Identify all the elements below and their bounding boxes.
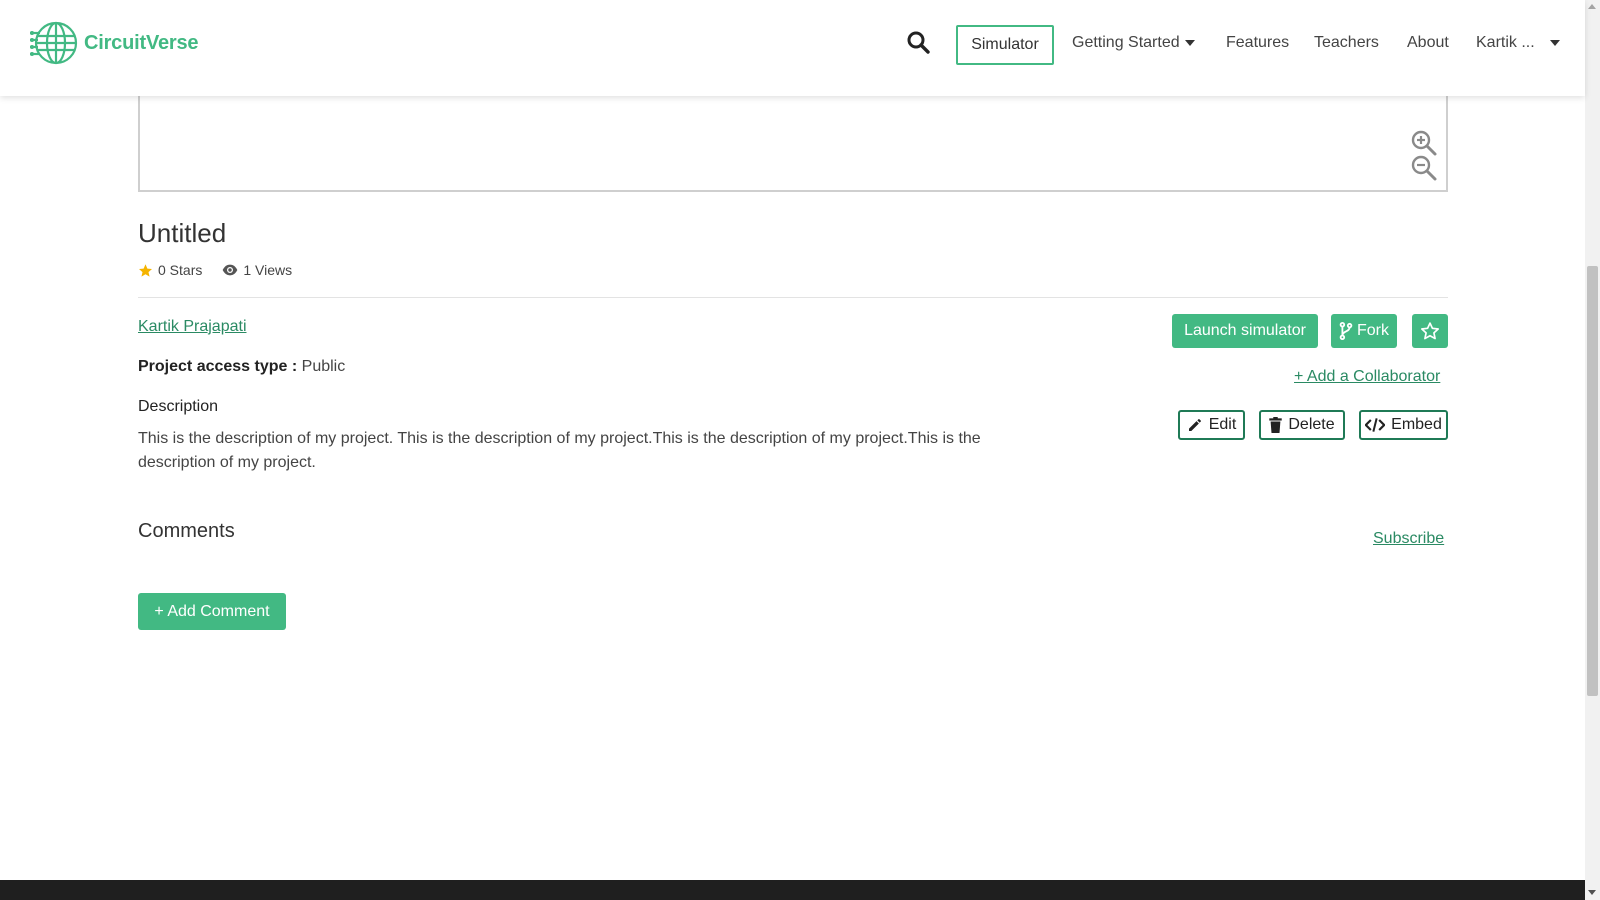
add-comment-button[interactable]: + Add Comment <box>138 593 286 630</box>
access-type-value: Public <box>301 358 346 375</box>
stars-count: 0 Stars <box>138 262 202 278</box>
circuit-preview-canvas[interactable] <box>138 80 1448 192</box>
nav-getting-started-label: Getting Started <box>1072 34 1180 51</box>
launch-simulator-button[interactable]: Launch simulator <box>1172 314 1318 348</box>
subscribe-link[interactable]: Subscribe <box>1373 530 1444 548</box>
add-collaborator-link[interactable]: + Add a Collaborator <box>1294 368 1440 386</box>
nav-teachers[interactable]: Teachers <box>1314 34 1379 52</box>
star-outline-icon <box>1421 322 1439 340</box>
caret-down-icon <box>1184 40 1195 46</box>
eye-icon <box>223 264 238 276</box>
search-icon[interactable] <box>906 30 930 54</box>
edit-label: Edit <box>1208 416 1237 433</box>
nav-user-menu[interactable]: Kartik ... <box>1476 34 1560 52</box>
views-label: 1 Views <box>243 262 293 278</box>
star-icon <box>139 263 152 277</box>
zoom-out-icon[interactable] <box>1410 154 1438 182</box>
nav-about[interactable]: About <box>1407 34 1449 52</box>
zoom-in-icon[interactable] <box>1410 129 1438 157</box>
edit-button[interactable]: Edit <box>1178 410 1245 440</box>
nav-simulator-button[interactable]: Simulator <box>956 25 1054 65</box>
fork-button[interactable]: Fork <box>1331 314 1397 348</box>
fork-icon <box>1339 322 1353 340</box>
star-project-button[interactable] <box>1412 314 1448 348</box>
section-divider <box>138 297 1448 298</box>
page-footer <box>0 880 1585 900</box>
scroll-up-icon[interactable] <box>1588 4 1596 9</box>
scroll-down-icon[interactable] <box>1588 890 1596 895</box>
caret-down-icon <box>1549 40 1560 46</box>
scrollbar-thumb[interactable] <box>1587 266 1598 696</box>
circuitverse-logo-icon <box>30 21 78 65</box>
author-link[interactable]: Kartik Prajapati <box>138 318 247 336</box>
nav-features[interactable]: Features <box>1226 34 1289 52</box>
delete-button[interactable]: Delete <box>1259 410 1345 440</box>
fork-label: Fork <box>1357 322 1389 339</box>
delete-label: Delete <box>1288 416 1335 433</box>
access-type-label: Project access type : <box>138 358 298 375</box>
nav-getting-started[interactable]: Getting Started <box>1072 34 1195 52</box>
comments-heading: Comments <box>138 520 235 542</box>
trash-icon <box>1269 417 1283 433</box>
brand-logo[interactable]: CircuitVerse <box>30 18 199 68</box>
project-title: Untitled <box>138 218 227 248</box>
code-icon <box>1365 418 1386 432</box>
project-access-type: Project access type : Public <box>138 358 345 376</box>
top-navbar: CircuitVerse Simulator Getting Started F… <box>0 0 1585 96</box>
stars-label: 0 Stars <box>158 262 203 278</box>
views-count: 1 Views <box>222 262 292 278</box>
project-stats: 0 Stars 1 Views <box>138 262 312 278</box>
description-text: This is the description of my project. T… <box>138 430 981 471</box>
embed-button[interactable]: Embed <box>1359 410 1448 440</box>
embed-label: Embed <box>1391 416 1442 433</box>
description-label: Description <box>138 398 219 415</box>
pencil-icon <box>1188 419 1201 431</box>
brand-name: CircuitVerse <box>84 31 199 54</box>
nav-user-name: Kartik ... <box>1476 34 1535 51</box>
page-scrollbar[interactable] <box>1585 0 1600 900</box>
